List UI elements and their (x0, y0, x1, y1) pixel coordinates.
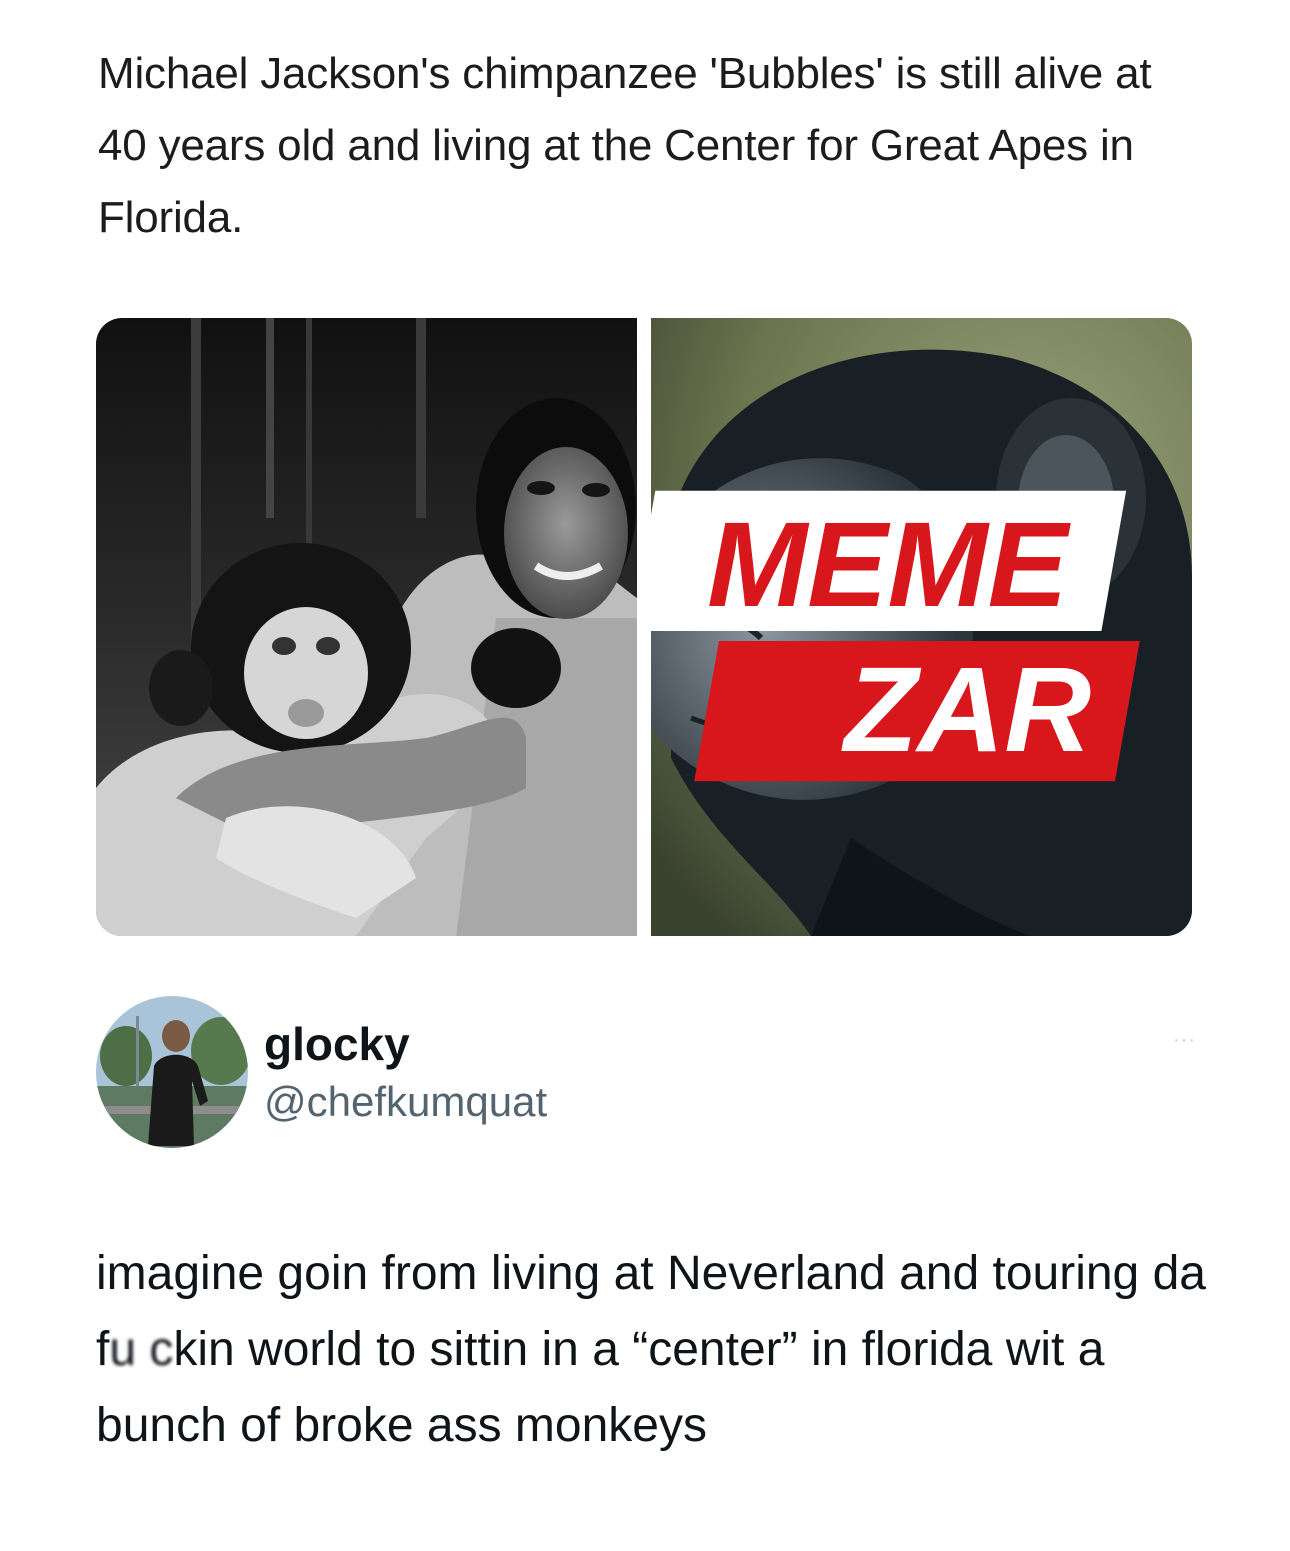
bw-photo (96, 318, 637, 936)
reply-text-part: kin world to sittin in a “center” in flo… (96, 1323, 1105, 1452)
more-options-icon[interactable]: ··· (1173, 1030, 1196, 1050)
avatar[interactable] (96, 996, 248, 1148)
reply-text-censored: u c (109, 1323, 174, 1376)
watermark-meme-text: MEME (707, 498, 1071, 632)
reply-text: imagine goin from living at Neverland an… (96, 1236, 1206, 1464)
avatar-image (96, 996, 248, 1148)
post-headline: Michael Jackson's chimpanzee 'Bubbles' i… (98, 49, 1152, 242)
post-image-collage[interactable]: MEME ZAR (96, 318, 1192, 936)
photo-adult-chimpanzee[interactable]: MEME ZAR (651, 318, 1192, 936)
photo-michael-jackson-with-chimp[interactable] (96, 318, 637, 936)
watermark-zar-text: ZAR (841, 643, 1091, 777)
reply-author-row: glocky @chefkumquat ··· (96, 996, 1196, 1156)
user-handle[interactable]: @chefkumquat (264, 1076, 547, 1128)
memezar-logo-watermark: MEME ZAR (651, 490, 1140, 782)
display-name[interactable]: glocky (264, 1016, 410, 1072)
